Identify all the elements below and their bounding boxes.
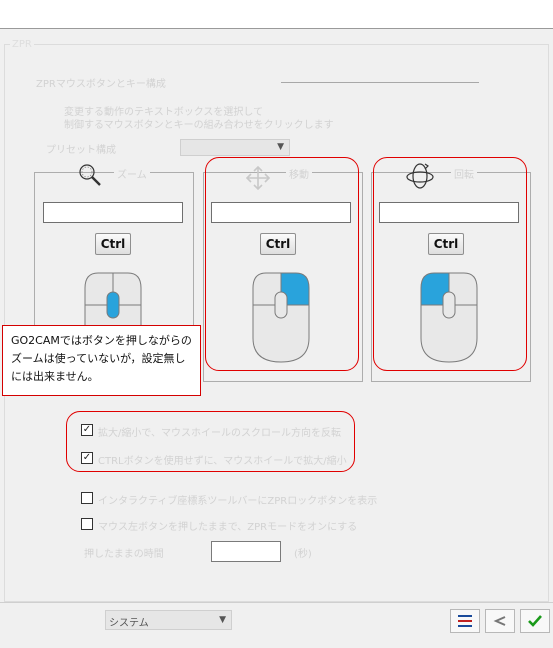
list-settings-icon xyxy=(458,615,472,627)
hold-left-label: マウス左ボタンを押したままで、ZPRモードをオンにする xyxy=(98,522,358,533)
top-bar xyxy=(0,0,553,29)
hold-time-unit: (秒) xyxy=(294,549,312,560)
wheel-zoom-label: CTRLボタンを使用せずに、マウスホイールで拡大/縮小 xyxy=(98,456,347,467)
instruction-line-2: 制御するマウスボタンとキーの組み合わせをクリックします xyxy=(64,120,334,131)
invert-scroll-checkbox[interactable]: ✓ xyxy=(81,424,93,436)
callout-note: GO2CAMではボタンを押しながらのズームは使っていないが，設定無しには出来ませ… xyxy=(2,325,201,396)
zpr-lock-checkbox[interactable] xyxy=(81,492,93,504)
zoom-panel-label: ズーム xyxy=(114,166,150,181)
invert-scroll-label: 拡大/縮小で、マウスホイールのスクロール方向を反転 xyxy=(98,428,341,439)
group-title: ZPR xyxy=(10,39,34,50)
wheel-zoom-checkbox[interactable]: ✓ xyxy=(81,452,93,464)
magnifier-icon xyxy=(77,162,103,191)
preset-select[interactable]: ▼ xyxy=(180,139,290,156)
checkmark-icon xyxy=(528,615,542,627)
hold-left-checkbox[interactable] xyxy=(81,518,93,530)
zoom-field[interactable] xyxy=(43,202,183,223)
hold-time-input[interactable] xyxy=(211,541,281,562)
system-select-value: システム xyxy=(109,618,149,629)
settings-list-button[interactable] xyxy=(450,609,480,633)
zpr-lock-label: インタラクティブ座標系ツールバーにZPRロックボタンを表示 xyxy=(98,496,378,507)
rotate-panel-highlight xyxy=(373,157,527,371)
system-select[interactable]: システム ▼ xyxy=(105,610,232,630)
preset-label: プリセット構成 xyxy=(46,145,116,156)
chevron-down-icon: ▼ xyxy=(277,142,284,152)
chevron-down-icon: ▼ xyxy=(219,615,226,625)
undo-arrow-icon xyxy=(493,616,506,626)
footer-divider xyxy=(0,602,553,603)
heading-separator xyxy=(281,82,479,83)
undo-button[interactable] xyxy=(485,609,515,633)
hold-time-label: 押したままの時間 xyxy=(84,549,164,560)
ok-button[interactable] xyxy=(520,609,550,633)
zoom-ctrl-key[interactable]: Ctrl xyxy=(95,233,131,255)
move-panel-highlight xyxy=(205,157,359,371)
zpr-heading: ZPRマウスボタンとキー構成 xyxy=(36,79,166,90)
